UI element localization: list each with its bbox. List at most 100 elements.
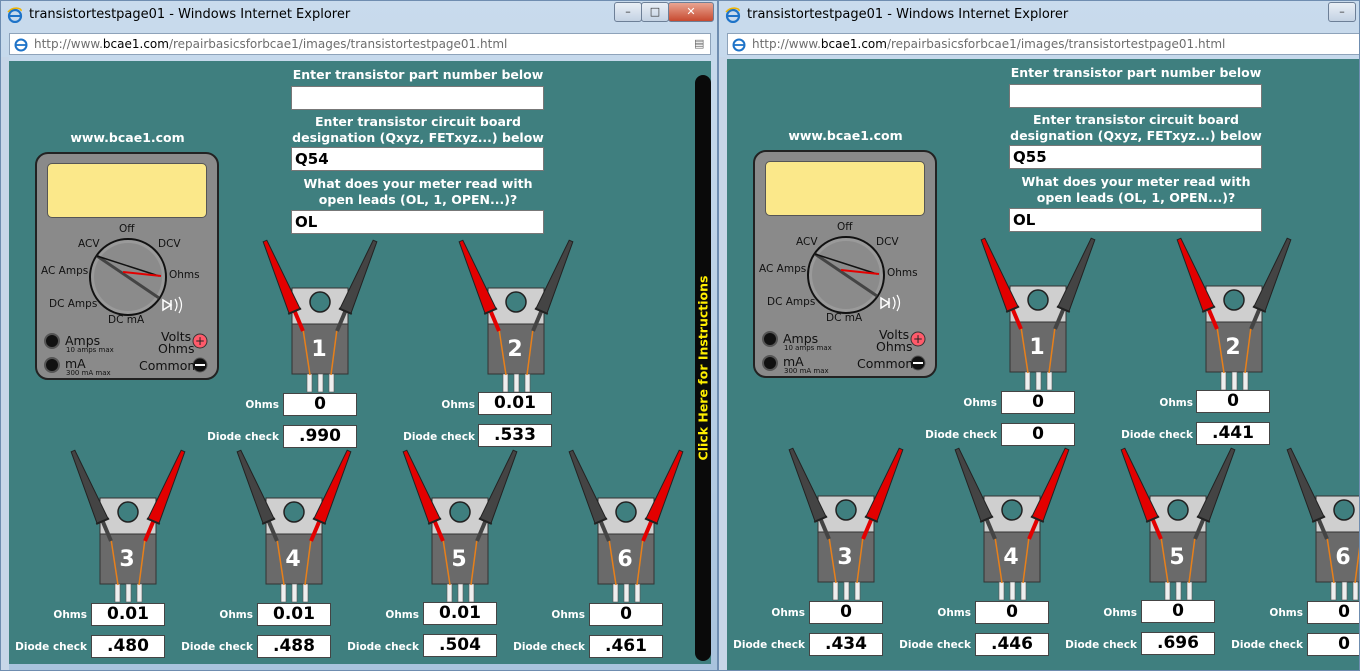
ohms-reading-2[interactable]: 0	[1196, 390, 1270, 413]
ohms-label-4: Ohms	[219, 609, 253, 621]
designation-input[interactable]	[291, 147, 544, 171]
diode-reading-3[interactable]: .434	[809, 633, 883, 656]
transistor-2	[1173, 237, 1293, 402]
meter-ma-sub: 300 mA max	[66, 369, 111, 377]
ohms-reading-6[interactable]: 0	[1307, 601, 1359, 624]
ohms-label-5: Ohms	[385, 609, 419, 621]
diode-label-6: Diode check	[1231, 639, 1303, 651]
meter-amps-sub: 10 amps max	[784, 344, 832, 352]
frame-edge	[719, 57, 727, 670]
transistor-6	[1283, 447, 1359, 612]
diode-reading-4[interactable]: .488	[257, 635, 331, 658]
meter-off-label: Off	[119, 223, 135, 235]
ohms-reading-1[interactable]: 0	[283, 393, 357, 416]
diode-label-5: Diode check	[347, 641, 419, 653]
diode-reading-2[interactable]: .533	[478, 424, 552, 447]
diode-label-1: Diode check	[207, 431, 279, 443]
ohms-reading-1[interactable]: 0	[1001, 391, 1075, 414]
meter-dc-amps-label: DC Amps	[49, 298, 98, 310]
page-icon	[14, 38, 28, 52]
meter-dc-ma-label: DC mA	[108, 314, 145, 326]
title-bar[interactable]: transistortestpage01 - Windows Internet …	[1, 1, 717, 29]
open-leads-label-line1: What does your meter read with	[1021, 174, 1251, 189]
designation-input[interactable]	[1009, 145, 1262, 169]
diode-reading-1[interactable]: .990	[283, 425, 357, 448]
transistor-number-6: 6	[1335, 545, 1351, 570]
transistor-number-2: 2	[1225, 335, 1241, 360]
ohms-reading-5[interactable]: 0	[1141, 600, 1215, 623]
browser-window-right: transistortestpage01 - Windows Internet …	[718, 0, 1360, 671]
compatibility-view-icon[interactable]: ▤	[694, 37, 708, 51]
transistor-number-1: 1	[311, 337, 327, 362]
open-leads-input[interactable]	[291, 210, 544, 234]
page-icon	[732, 38, 746, 52]
meter-volts-ohms-label: Ohms	[876, 339, 913, 354]
transistor-4	[233, 449, 353, 614]
instructions-button[interactable]: Click Here for Instructions	[695, 75, 711, 661]
browser-window-left: transistortestpage01 - Windows Internet …	[0, 0, 718, 671]
title-bar[interactable]: transistortestpage01 - Windows Internet …	[719, 1, 1359, 29]
meter-common-label: Common	[139, 358, 196, 373]
ohms-reading-6[interactable]: 0	[589, 603, 663, 626]
transistor-1	[259, 239, 379, 404]
ohms-reading-4[interactable]: 0.01	[257, 603, 331, 626]
transistor-1	[977, 237, 1097, 402]
ohms-label-3: Ohms	[53, 609, 87, 621]
diode-reading-1[interactable]: 0	[1001, 423, 1075, 446]
maximize-button[interactable]: □	[641, 2, 669, 22]
transistor-5	[1117, 447, 1237, 612]
meter-off-label: Off	[837, 221, 853, 233]
ohms-label-2: Ohms	[441, 399, 475, 411]
ohms-reading-3[interactable]: 0.01	[91, 603, 165, 626]
transistor-4	[951, 447, 1071, 612]
transistor-number-4: 4	[1003, 545, 1019, 570]
transistor-3	[67, 449, 187, 614]
diode-label-5: Diode check	[1065, 639, 1137, 651]
address-bar[interactable]: http://www.bcae1.com/repairbasicsforbcae…	[727, 33, 1359, 55]
ohms-reading-4[interactable]: 0	[975, 601, 1049, 624]
diode-reading-2[interactable]: .441	[1196, 422, 1270, 445]
site-label: www.bcae1.com	[788, 128, 903, 143]
part-number-input[interactable]	[291, 86, 544, 110]
address-bar[interactable]: http://www.bcae1.com/repairbasicsforbcae…	[9, 33, 711, 55]
meter-dc-ma-label: DC mA	[826, 312, 863, 324]
transistor-number-1: 1	[1029, 335, 1045, 360]
open-leads-input[interactable]	[1009, 208, 1262, 232]
minimize-button[interactable]: –	[614, 2, 642, 22]
internet-explorer-icon	[7, 7, 23, 23]
designation-label-line2: designation (Qxyz, FETxyz...) below	[1010, 128, 1262, 143]
diode-reading-4[interactable]: .446	[975, 633, 1049, 656]
transistor-number-3: 3	[837, 545, 853, 570]
page-content: Enter transistor part number below Enter…	[9, 61, 711, 664]
minimize-button[interactable]: –	[1328, 2, 1356, 22]
diode-label-6: Diode check	[513, 641, 585, 653]
open-leads-label-line2: open leads (OL, 1, OPEN...)?	[318, 192, 518, 207]
diode-label-3: Diode check	[15, 641, 87, 653]
diode-reading-5[interactable]: .504	[423, 634, 497, 657]
window-controls: – □ ✕	[614, 2, 714, 22]
ohms-label-6: Ohms	[1269, 607, 1303, 619]
window-title: transistortestpage01 - Windows Internet …	[29, 7, 351, 22]
meter-ohms-label: Ohms	[169, 269, 200, 281]
ohms-reading-3[interactable]: 0	[809, 601, 883, 624]
designation-label-line2: designation (Qxyz, FETxyz...) below	[292, 130, 544, 145]
part-number-input[interactable]	[1009, 84, 1262, 108]
ohms-reading-5[interactable]: 0.01	[423, 602, 497, 625]
window-title: transistortestpage01 - Windows Internet …	[747, 7, 1069, 22]
meter-dcv-label: DCV	[158, 238, 181, 250]
svg-text:+: +	[913, 332, 923, 346]
meter-ac-amps-label: AC Amps	[41, 265, 89, 277]
diode-reading-6[interactable]: 0	[1307, 633, 1359, 656]
ohms-reading-2[interactable]: 0.01	[478, 392, 552, 415]
site-label: www.bcae1.com	[70, 130, 185, 145]
diode-reading-6[interactable]: .461	[589, 635, 663, 658]
transistor-5	[399, 449, 519, 614]
ohms-label-3: Ohms	[771, 607, 805, 619]
diode-reading-3[interactable]: .480	[91, 635, 165, 658]
designation-label-line1: Enter transistor circuit board	[315, 114, 521, 129]
transistor-number-5: 5	[451, 547, 467, 572]
designation-label-line1: Enter transistor circuit board	[1033, 112, 1239, 127]
page-content: Enter transistor part number below Enter…	[727, 59, 1359, 670]
close-button[interactable]: ✕	[668, 2, 714, 22]
diode-reading-5[interactable]: .696	[1141, 632, 1215, 655]
